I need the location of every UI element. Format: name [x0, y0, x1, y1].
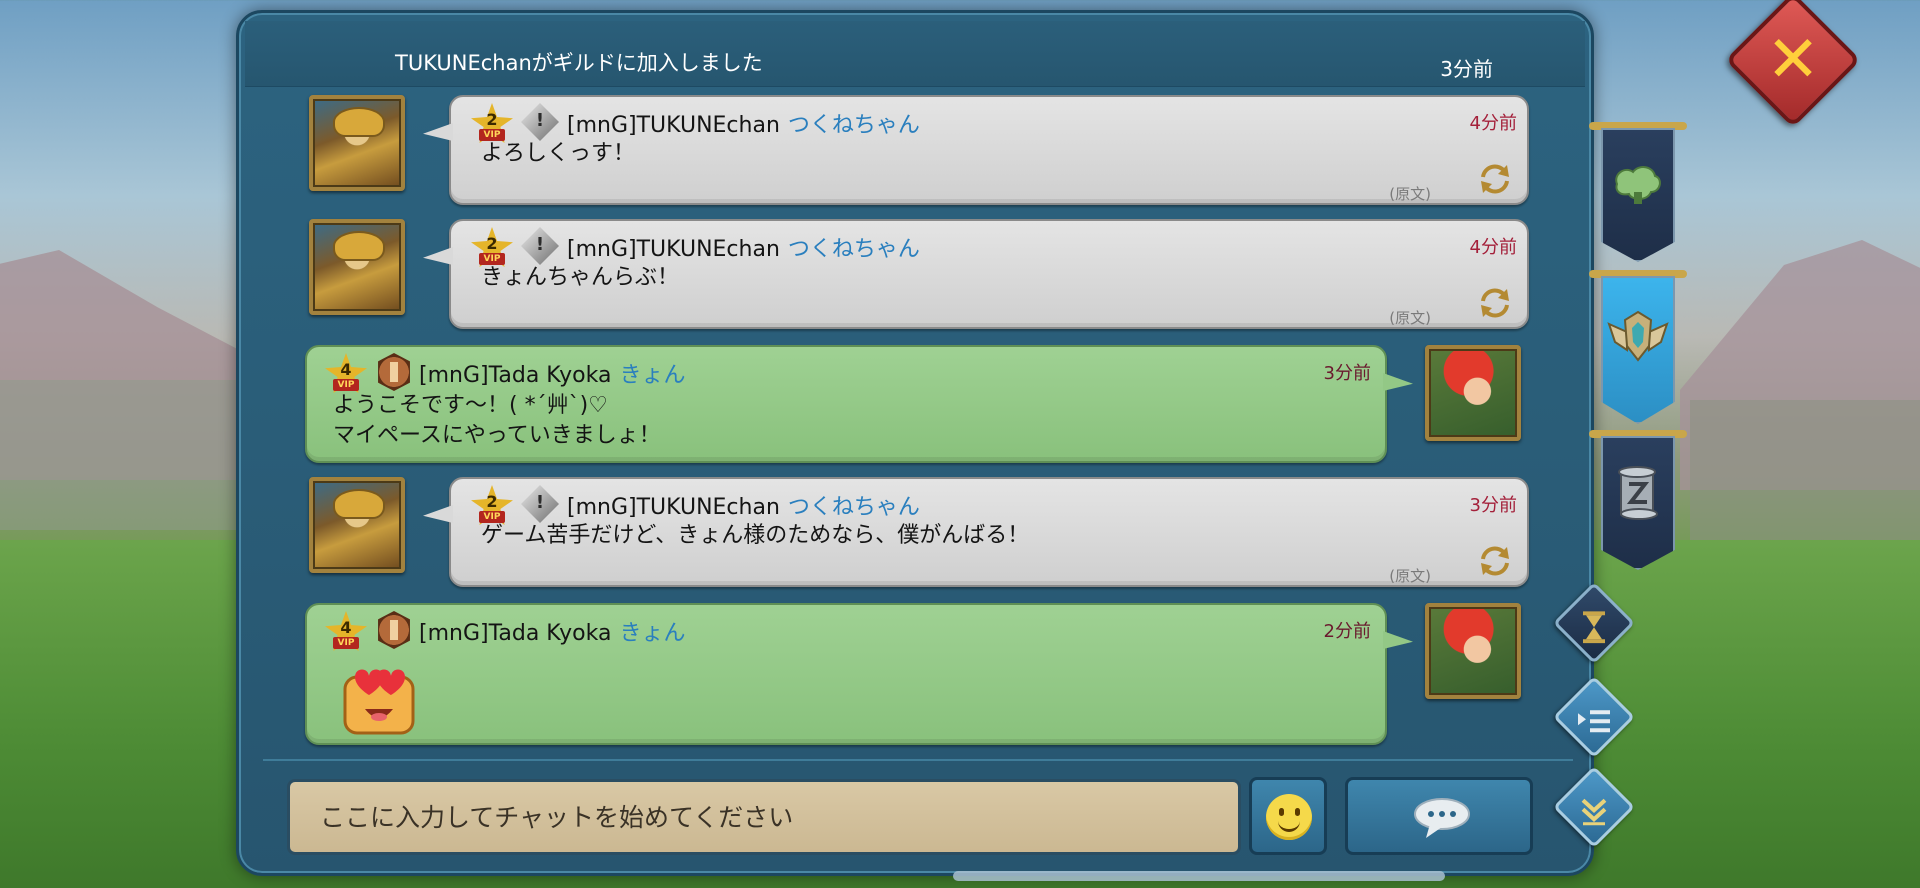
- background-ruins: [0, 380, 250, 530]
- message-bubble: 4 VIP [mnG]Tada Kyoka きょん 3分前 ようこそです〜！( *…: [305, 345, 1413, 463]
- player-nickname: きょん: [619, 621, 686, 646]
- vip-badge: 4 VIP: [325, 611, 367, 651]
- player-avatar[interactable]: [309, 477, 405, 573]
- scroll-down-icon: [1581, 798, 1607, 826]
- message-time: 2分前: [1323, 621, 1371, 642]
- background-ruins: [1690, 400, 1920, 540]
- chat-message-list[interactable]: 2 VIP [mnG]TUKUNEchanつくねちゃん 4分前 よろしくっす！ …: [239, 13, 1597, 773]
- message-bubble: 2 VIP [mnG]TUKUNEchan つくねちゃん 3分前 ゲーム苦手だけど…: [423, 477, 1529, 587]
- close-button[interactable]: ✕: [1725, 0, 1861, 128]
- emoji-button[interactable]: [1249, 777, 1327, 855]
- message-text: よろしくっす！: [481, 141, 636, 166]
- close-icon: ✕: [1766, 23, 1820, 97]
- original-text-label: (原文): [1389, 309, 1431, 327]
- list-icon: [1578, 710, 1610, 733]
- tab-kingdom-chat[interactable]: [1589, 122, 1687, 262]
- bubble-tail: [423, 123, 453, 141]
- rank-badge-icon: [521, 485, 559, 523]
- vip-level: 4: [340, 618, 352, 637]
- message-time: 4分前: [1469, 237, 1517, 258]
- original-text-label: (原文): [1389, 567, 1431, 585]
- message-bubble: 2 VIP [mnG]TUKUNEchan つくねちゃん 4分前 きょんちゃんらぶ…: [423, 219, 1529, 329]
- vip-level: 2: [486, 110, 498, 129]
- vip-label: VIP: [333, 637, 359, 649]
- bubble-tail: [423, 247, 453, 265]
- scroll-indicator[interactable]: [953, 871, 1445, 881]
- rank-badge-icon: [378, 353, 410, 391]
- rank-badge-icon: [521, 103, 559, 141]
- tab-private-chat[interactable]: [1589, 430, 1687, 570]
- player-avatar[interactable]: [309, 219, 405, 315]
- hourglass-icon: [1583, 611, 1605, 644]
- bubble-tail: [423, 505, 453, 523]
- player-name[interactable]: [mnG]Tada Kyoka: [419, 621, 611, 646]
- player-nickname: つくねちゃん: [787, 237, 920, 262]
- player-name[interactable]: [mnG]TUKUNEchan: [567, 237, 780, 262]
- message-bubble: 4 VIP [mnG]Tada Kyoka きょん 2分前: [305, 603, 1413, 745]
- player-nickname: きょん: [619, 363, 686, 388]
- input-divider: [263, 759, 1573, 761]
- vip-label: VIP: [333, 379, 359, 391]
- speech-bubble-icon: [1414, 798, 1470, 838]
- player-name[interactable]: [mnG]TUKUNEchan: [567, 113, 780, 138]
- chat-panel: TUKUNEchanがギルドに加入しました 3分前 2 VIP [mnG]TUK…: [236, 10, 1597, 881]
- message-text: きょんちゃんらぶ！: [481, 265, 680, 290]
- player-avatar[interactable]: [309, 95, 405, 191]
- message-time: 3分前: [1323, 363, 1371, 384]
- player-name-line: [mnG]TUKUNEchan つくねちゃん: [567, 489, 920, 521]
- chat-input[interactable]: [287, 779, 1241, 855]
- message-text: マイペースにやっていきましょ！: [333, 423, 661, 448]
- vip-level: 2: [486, 234, 498, 253]
- vip-badge: 2 VIP: [471, 485, 513, 525]
- player-name-line: [mnG]TUKUNEchan つくねちゃん: [567, 231, 920, 263]
- scroll-icon: [1618, 466, 1658, 520]
- map-icon: [1615, 166, 1661, 204]
- refresh-icon[interactable]: [1477, 287, 1513, 319]
- vip-badge: 2 VIP: [471, 227, 513, 267]
- guild-crest-icon: [1607, 310, 1669, 362]
- original-text-label: (原文): [1389, 185, 1431, 203]
- message-bubble: 2 VIP [mnG]TUKUNEchanつくねちゃん 4分前 よろしくっす！ …: [423, 95, 1529, 205]
- vip-badge: 2 VIP: [471, 103, 513, 143]
- player-name-line: [mnG]Tada Kyoka きょん: [419, 615, 685, 647]
- message-time: 3分前: [1469, 495, 1517, 516]
- player-name[interactable]: [mnG]Tada Kyoka: [419, 363, 611, 388]
- player-nickname: つくねちゃん: [787, 495, 920, 520]
- player-name-line: [mnG]Tada Kyoka きょん: [419, 357, 685, 389]
- refresh-icon[interactable]: [1477, 545, 1513, 577]
- rank-badge-icon: [521, 227, 559, 265]
- player-name-line: [mnG]TUKUNEchan つくねちゃん: [567, 107, 920, 139]
- vip-badge: 4 VIP: [325, 353, 367, 393]
- send-button[interactable]: [1345, 777, 1533, 855]
- bubble-tail: [1383, 373, 1413, 391]
- player-nickname: つくねちゃん: [787, 113, 920, 138]
- player-name[interactable]: [mnG]TUKUNEchan: [567, 495, 780, 520]
- vip-level: 2: [486, 492, 498, 511]
- rank-badge-icon: [378, 611, 410, 649]
- player-avatar[interactable]: [1425, 603, 1521, 699]
- message-text: ようこそです〜！( *´艸`)♡: [333, 393, 608, 418]
- player-avatar[interactable]: [1425, 345, 1521, 441]
- message-text: ゲーム苦手だけど、きょん様のためなら、僕がんばる！: [481, 523, 1030, 548]
- tab-guild-chat[interactable]: [1589, 270, 1687, 424]
- smiley-icon: [1266, 794, 1312, 840]
- refresh-icon[interactable]: [1477, 163, 1513, 195]
- message-time: 4分前: [1469, 113, 1517, 134]
- bubble-tail: [1383, 631, 1413, 649]
- heart-eyes-sticker-icon: [341, 665, 417, 735]
- vip-level: 4: [340, 360, 352, 379]
